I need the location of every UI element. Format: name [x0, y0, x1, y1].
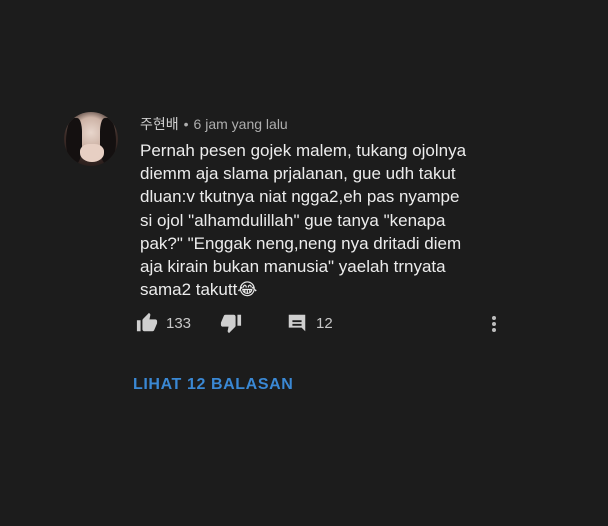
reply-count: 12: [316, 314, 333, 332]
comment-line: pak?" "Enggak neng,neng nya dritadi diem: [140, 233, 462, 253]
dislike-button[interactable]: [220, 312, 242, 334]
like-button[interactable]: 133: [136, 312, 191, 334]
author-name[interactable]: 주현배: [140, 116, 179, 132]
comment-line: Pernah pesen gojek malem, tukang ojolnya: [140, 141, 467, 160]
like-count: 133: [166, 314, 192, 332]
comment-actions: 133 12: [136, 312, 512, 336]
thumbs-up-icon: [136, 312, 158, 332]
comment-timestamp[interactable]: 6 jam yang lalu: [194, 116, 288, 132]
comment-line: si ojol "alhamdulillah" gue tanya "kenap…: [140, 210, 446, 230]
comment-line: aja kirain bukan manusia" yaelah trnyata: [140, 257, 446, 277]
thumbs-down-icon: [220, 314, 242, 334]
comment-line: sama2 takutt😂: [140, 280, 258, 300]
comment-line: diemm aja slama prjalanan, gue udh takut: [140, 164, 456, 184]
avatar[interactable]: [64, 112, 118, 166]
avatar-hair-left: [66, 118, 82, 164]
avatar-hand: [80, 144, 104, 162]
meta-separator: •: [183, 116, 189, 132]
comment-text: Pernah pesen gojek malem, tukang ojolnya…: [140, 139, 520, 301]
more-options-button[interactable]: [490, 312, 498, 334]
comment-icon: [288, 314, 306, 332]
view-replies-link[interactable]: LIHAT 12 BALASAN: [133, 376, 293, 394]
reply-button[interactable]: 12: [286, 312, 333, 334]
comment-line: dluan:v tkutnya niat ngga2,eh pas nyampe: [140, 187, 460, 207]
comment-header: 주현배 • 6 jam yang lalu: [140, 114, 288, 134]
more-vert-icon: [492, 316, 496, 332]
